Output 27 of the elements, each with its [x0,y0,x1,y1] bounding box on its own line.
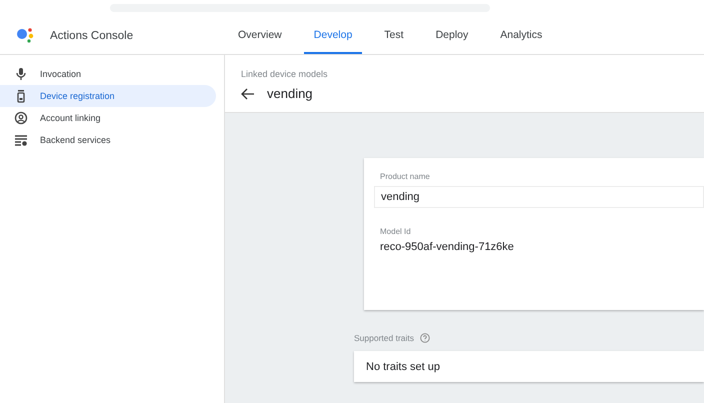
section-label: Supported traits [354,333,414,343]
sidebar-item[interactable]: Backend services [0,129,216,151]
nav-tab[interactable]: Deploy [426,18,478,54]
page-title: vending [267,86,313,101]
sidebar-item[interactable]: Invocation [0,63,216,85]
sidebar-item[interactable]: Device registration [0,85,216,107]
sidebar-label: Invocation [40,69,82,79]
breadcrumb[interactable]: Linked device models [241,69,328,79]
sidebar-label: Account linking [40,113,101,123]
sidebar-label: Device registration [40,91,115,101]
sidebar-item[interactable]: Account linking [0,107,216,129]
app-title: Actions Console [50,30,134,42]
model-id-value: reco-950af-vending-71z6ke [380,241,514,253]
nav-tab[interactable]: Test [374,18,414,54]
back-arrow-icon[interactable] [241,88,255,100]
empty-message: No traits set up [366,360,440,372]
help-icon[interactable] [420,333,430,343]
field-label: Model Id [380,227,411,236]
sidebar-label: Backend services [40,135,111,145]
nav-tab[interactable]: Develop [304,18,362,54]
logo-icon [16,27,36,45]
product-name-field[interactable]: vending [374,186,704,208]
nav-tab[interactable]: Analytics [490,18,552,54]
account-icon [14,111,28,125]
nav-tab[interactable]: Overview [228,18,292,54]
microphone-icon [14,67,28,81]
field-label: Product name [380,172,430,181]
